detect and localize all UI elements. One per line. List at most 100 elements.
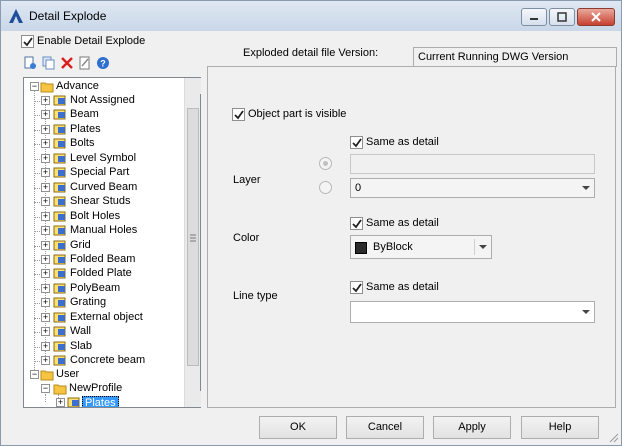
tree-item-label: Grid <box>70 238 91 251</box>
chevron-down-icon <box>479 245 487 249</box>
expand-icon[interactable]: + <box>41 312 50 322</box>
part-icon <box>53 196 66 207</box>
collapse-icon[interactable]: − <box>41 384 50 393</box>
part-icon <box>53 254 66 265</box>
layer-dropdown-value: 0 <box>355 182 362 194</box>
edit-icon[interactable] <box>78 56 92 70</box>
expand-icon[interactable]: + <box>41 226 50 236</box>
layer-dropdown[interactable]: 0 <box>350 178 595 198</box>
expand-icon[interactable]: + <box>41 182 50 192</box>
layer-same-checkbox[interactable] <box>350 136 363 149</box>
scroll-up-button[interactable] <box>185 78 201 94</box>
copy-icon[interactable] <box>42 56 56 70</box>
expand-icon[interactable]: + <box>41 153 50 163</box>
tree-item-label: PolyBeam <box>70 281 121 294</box>
expand-icon[interactable]: + <box>41 96 50 105</box>
properties-panel: Object part is visible Same as detail La… <box>207 66 616 408</box>
tree-item-label: Beam <box>70 108 99 121</box>
expand-icon[interactable]: + <box>41 356 50 366</box>
expand-icon[interactable]: + <box>41 240 50 250</box>
delete-icon[interactable] <box>60 56 74 70</box>
close-button[interactable] <box>577 8 615 26</box>
resize-grip-icon[interactable] <box>607 431 619 443</box>
close-icon <box>591 12 601 22</box>
part-icon <box>53 109 66 120</box>
collapse-icon[interactable]: − <box>30 370 39 379</box>
layer-text-field[interactable] <box>350 154 595 174</box>
cancel-button[interactable]: Cancel <box>346 416 424 439</box>
help-icon[interactable]: ? <box>96 56 110 70</box>
minimize-icon <box>530 18 538 20</box>
part-icon <box>53 124 66 135</box>
object-visible-label: Object part is visible <box>248 108 347 120</box>
help-button[interactable]: Help <box>521 416 599 439</box>
scroll-down-button[interactable] <box>185 391 201 407</box>
tree-item-label: Bolt Holes <box>70 209 121 222</box>
part-icon <box>53 182 66 193</box>
version-value: Current Running DWG Version <box>418 51 569 63</box>
color-dropdown-value: ByBlock <box>373 241 413 253</box>
layer-radio-list[interactable] <box>319 181 332 194</box>
folder-icon <box>40 82 54 93</box>
part-icon <box>53 297 66 308</box>
expand-icon[interactable]: + <box>41 211 50 221</box>
tree-scrollbar[interactable] <box>184 78 201 407</box>
tree-item-label: Concrete beam <box>70 354 146 367</box>
color-swatch <box>355 242 367 254</box>
layer-radio-custom[interactable] <box>319 157 332 170</box>
part-icon <box>53 312 66 323</box>
expand-icon[interactable]: + <box>41 327 50 337</box>
apply-button[interactable]: Apply <box>433 416 511 439</box>
checkmark-icon <box>234 110 244 120</box>
color-dropdown[interactable]: ByBlock <box>350 235 492 259</box>
part-icon <box>67 397 80 407</box>
part-icon <box>53 268 66 279</box>
color-label: Color <box>233 232 260 244</box>
collapse-icon[interactable]: − <box>30 82 39 91</box>
part-icon <box>53 326 66 337</box>
expand-icon[interactable]: + <box>41 197 50 207</box>
expand-icon[interactable]: + <box>41 283 50 293</box>
linetype-same-label: Same as detail <box>366 281 439 293</box>
profile-tree[interactable]: − Advance + Not Assigned + Beam + Plates + Bolt… <box>23 77 201 408</box>
tree-node-label: User <box>56 368 80 380</box>
expand-icon[interactable]: + <box>56 398 65 407</box>
expand-icon[interactable]: + <box>41 124 50 134</box>
part-icon <box>53 95 66 106</box>
expand-icon[interactable]: + <box>41 168 50 178</box>
scroll-thumb[interactable] <box>187 108 199 366</box>
expand-icon[interactable]: + <box>41 298 50 308</box>
expand-icon[interactable]: + <box>41 341 50 351</box>
expand-icon[interactable]: + <box>41 139 50 149</box>
part-icon <box>53 341 66 352</box>
part-icon <box>53 240 66 250</box>
expand-icon[interactable]: + <box>41 254 50 264</box>
checkmark-icon <box>23 37 33 47</box>
expand-icon[interactable]: + <box>41 269 50 279</box>
tree-item-label: Level Symbol <box>70 151 137 164</box>
version-dropdown[interactable]: Current Running DWG Version <box>413 47 617 67</box>
expand-icon[interactable]: + <box>41 110 50 120</box>
window-title: Detail Explode <box>29 9 107 23</box>
new-icon[interactable] <box>23 56 37 70</box>
object-visible-checkbox[interactable] <box>232 108 245 121</box>
ok-button[interactable]: OK <box>259 416 337 439</box>
maximize-button[interactable] <box>549 8 575 26</box>
tree-item-label: Curved Beam <box>70 180 138 193</box>
part-icon <box>53 167 66 178</box>
linetype-same-checkbox[interactable] <box>350 281 363 294</box>
title-bar[interactable]: Detail Explode <box>1 1 621 31</box>
chevron-down-icon <box>582 310 590 314</box>
tree-item-label: Bolts <box>70 137 95 150</box>
tree-item-label: Folded Plate <box>70 267 132 280</box>
linetype-dropdown[interactable] <box>350 301 595 323</box>
app-logo-icon <box>9 9 23 23</box>
tree-item-label: Shear Studs <box>70 195 131 208</box>
version-label: Exploded detail file Version: <box>243 47 379 59</box>
minimize-button[interactable] <box>521 8 547 26</box>
tree-item-label: Not Assigned <box>70 94 135 106</box>
enable-detail-explode-label: Enable Detail Explode <box>37 35 146 47</box>
tree-node-label: Advance <box>56 80 99 92</box>
enable-detail-explode-checkbox[interactable] <box>21 35 34 48</box>
color-same-checkbox[interactable] <box>350 217 363 230</box>
